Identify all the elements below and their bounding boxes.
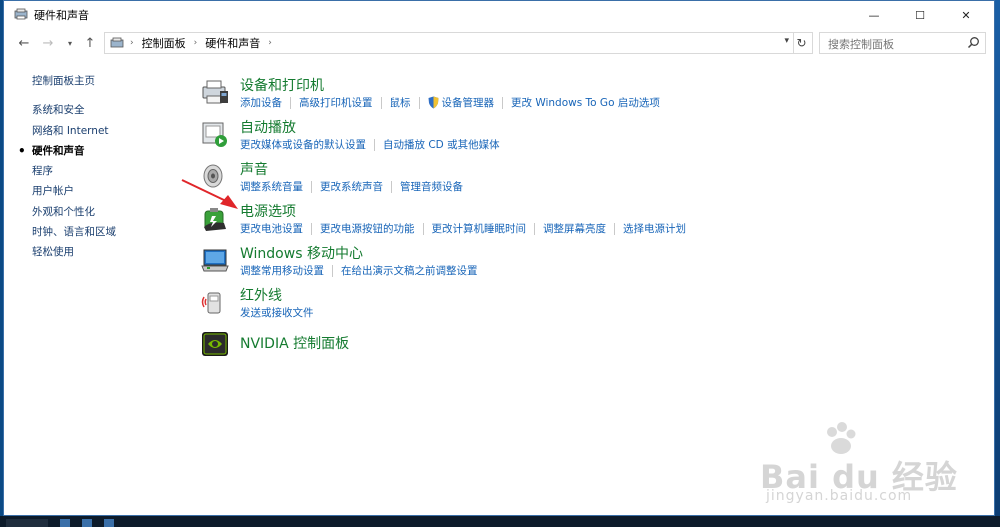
nav-appearance-and-personalization[interactable]: 外观和个性化 bbox=[32, 202, 182, 222]
link-divider bbox=[311, 180, 312, 193]
address-dropdown-chevron-icon[interactable]: ▾ bbox=[784, 36, 789, 46]
link-advanced-printer-setup[interactable]: 高级打印机设置 bbox=[299, 95, 373, 110]
taskbar bbox=[0, 516, 1000, 527]
category-power-options: 电源选项 更改电池设置 更改电源按钮的功能 更改计算机睡眠时间 调整屏幕亮度 选… bbox=[200, 201, 980, 243]
search-input[interactable] bbox=[826, 34, 970, 54]
title-bar[interactable]: 硬件和声音 — ☐ ✕ bbox=[4, 1, 994, 29]
control-panel-app-icon bbox=[14, 8, 28, 20]
search-box[interactable] bbox=[819, 32, 986, 54]
link-divider bbox=[418, 96, 420, 109]
breadcrumb-control-panel[interactable]: 控制面板 bbox=[142, 35, 186, 51]
category-title-infrared[interactable]: 红外线 bbox=[240, 285, 282, 305]
link-change-sleep-time[interactable]: 更改计算机睡眠时间 bbox=[432, 221, 527, 236]
link-adjust-mobility-settings[interactable]: 调整常用移动设置 bbox=[240, 263, 324, 278]
maximize-button[interactable]: ☐ bbox=[900, 1, 940, 29]
link-divider bbox=[332, 264, 333, 277]
nav-network-and-internet[interactable]: 网络和 Internet bbox=[32, 121, 182, 141]
autoplay-icon[interactable] bbox=[200, 119, 230, 149]
category-mobility-center: Windows 移动中心 调整常用移动设置 在给出演示文稿之前调整设置 bbox=[200, 243, 980, 285]
nav-control-panel-home[interactable]: 控制面板主页 bbox=[32, 71, 182, 91]
category-devices-and-printers: 设备和打印机 添加设备 高级打印机设置 鼠标 设备管理器 更改 Windows … bbox=[200, 75, 980, 117]
annotation-arrow-icon bbox=[181, 179, 238, 209]
uac-shield-icon bbox=[428, 96, 438, 109]
nvidia-icon[interactable] bbox=[200, 329, 230, 359]
link-divider bbox=[502, 96, 503, 109]
category-list: 设备和打印机 添加设备 高级打印机设置 鼠标 设备管理器 更改 Windows … bbox=[200, 75, 980, 369]
taskbar-app[interactable] bbox=[60, 519, 70, 527]
nav-hardware-and-sound[interactable]: 硬件和声音 bbox=[18, 141, 182, 161]
breadcrumb-hardware-and-sound[interactable]: 硬件和声音 bbox=[205, 35, 260, 51]
recent-locations-chevron-icon[interactable]: ▾ bbox=[60, 33, 80, 53]
nav-clock-language-region[interactable]: 时钟、语言和区域 bbox=[32, 222, 182, 242]
infrared-icon[interactable] bbox=[200, 287, 230, 317]
link-divider bbox=[380, 96, 382, 109]
nav-ease-of-access[interactable]: 轻松使用 bbox=[32, 242, 182, 262]
category-nvidia: NVIDIA 控制面板 bbox=[200, 327, 980, 369]
category-title-mobility-center[interactable]: Windows 移动中心 bbox=[240, 243, 363, 263]
category-sound: 声音 调整系统音量 更改系统声音 管理音频设备 bbox=[200, 159, 980, 201]
link-choose-power-plan[interactable]: 选择电源计划 bbox=[623, 221, 686, 236]
control-panel-small-icon bbox=[110, 37, 124, 48]
category-title-devices-printers[interactable]: 设备和打印机 bbox=[240, 75, 324, 95]
link-divider bbox=[290, 96, 291, 109]
taskbar-start-area[interactable] bbox=[6, 519, 48, 527]
category-autoplay: 自动播放 更改媒体或设备的默认设置 自动播放 CD 或其他媒体 bbox=[200, 117, 980, 159]
taskbar-app[interactable] bbox=[104, 519, 114, 527]
back-arrow-icon[interactable]: ← bbox=[14, 33, 34, 53]
link-device-manager[interactable]: 设备管理器 bbox=[442, 95, 495, 110]
desktop-edge-right bbox=[995, 0, 1000, 527]
nav-user-accounts[interactable]: 用户帐户 bbox=[32, 181, 182, 201]
link-add-device[interactable]: 添加设备 bbox=[240, 95, 282, 110]
link-change-battery-settings[interactable]: 更改电池设置 bbox=[240, 221, 303, 236]
printer-icon[interactable] bbox=[200, 77, 230, 107]
window-title: 硬件和声音 bbox=[34, 9, 89, 22]
up-arrow-icon[interactable]: ↑ bbox=[80, 33, 100, 53]
taskbar-app[interactable] bbox=[82, 519, 92, 527]
category-title-nvidia[interactable]: NVIDIA 控制面板 bbox=[240, 333, 349, 353]
close-button[interactable]: ✕ bbox=[946, 1, 986, 29]
link-divider bbox=[311, 222, 312, 235]
link-divider bbox=[534, 222, 535, 235]
nav-system-and-security[interactable]: 系统和安全 bbox=[32, 100, 182, 120]
minimize-button[interactable]: — bbox=[854, 1, 894, 29]
link-divider bbox=[422, 222, 424, 235]
link-send-receive-files[interactable]: 发送或接收文件 bbox=[240, 305, 314, 320]
category-infrared: 红外线 发送或接收文件 bbox=[200, 285, 980, 327]
search-icon[interactable] bbox=[967, 36, 980, 49]
address-bar[interactable]: › 控制面板 › 硬件和声音 › ▾ bbox=[104, 32, 794, 54]
category-title-power-options[interactable]: 电源选项 bbox=[240, 201, 296, 221]
link-autoplay-cd[interactable]: 自动播放 CD 或其他媒体 bbox=[383, 137, 500, 152]
navigation-bar: ← → ▾ ↑ › 控制面板 › 硬件和声音 › ▾ ↻ bbox=[4, 31, 994, 57]
link-divider bbox=[391, 180, 392, 193]
mobility-center-icon[interactable] bbox=[200, 245, 230, 275]
link-manage-audio-devices[interactable]: 管理音频设备 bbox=[400, 179, 463, 194]
link-divider bbox=[614, 222, 615, 235]
link-change-power-buttons[interactable]: 更改电源按钮的功能 bbox=[320, 221, 415, 236]
link-adjust-system-volume[interactable]: 调整系统音量 bbox=[240, 179, 303, 194]
link-presentation-settings[interactable]: 在给出演示文稿之前调整设置 bbox=[341, 263, 478, 278]
category-title-autoplay[interactable]: 自动播放 bbox=[240, 117, 296, 137]
refresh-icon[interactable]: ↻ bbox=[791, 32, 813, 54]
link-change-default-media-settings[interactable]: 更改媒体或设备的默认设置 bbox=[240, 137, 366, 152]
link-adjust-screen-brightness[interactable]: 调整屏幕亮度 bbox=[543, 221, 606, 236]
forward-arrow-icon[interactable]: → bbox=[38, 33, 58, 53]
breadcrumb-separator-icon[interactable]: › bbox=[194, 38, 198, 48]
link-divider bbox=[374, 138, 375, 151]
link-mouse[interactable]: 鼠标 bbox=[390, 95, 411, 110]
breadcrumb-separator-icon[interactable]: › bbox=[130, 38, 134, 48]
left-navigation: 控制面板主页 系统和安全 网络和 Internet 硬件和声音 程序 用户帐户 … bbox=[18, 71, 182, 263]
control-panel-window: 硬件和声音 — ☐ ✕ ← → ▾ ↑ › 控制面板 › 硬件和声音 › ▾ ↻ bbox=[3, 0, 995, 516]
category-title-sound[interactable]: 声音 bbox=[240, 159, 268, 179]
link-change-system-sounds[interactable]: 更改系统声音 bbox=[320, 179, 383, 194]
breadcrumb-separator-icon[interactable]: › bbox=[268, 38, 272, 48]
link-windows-to-go-startup[interactable]: 更改 Windows To Go 启动选项 bbox=[511, 95, 660, 110]
nav-programs[interactable]: 程序 bbox=[32, 161, 182, 181]
